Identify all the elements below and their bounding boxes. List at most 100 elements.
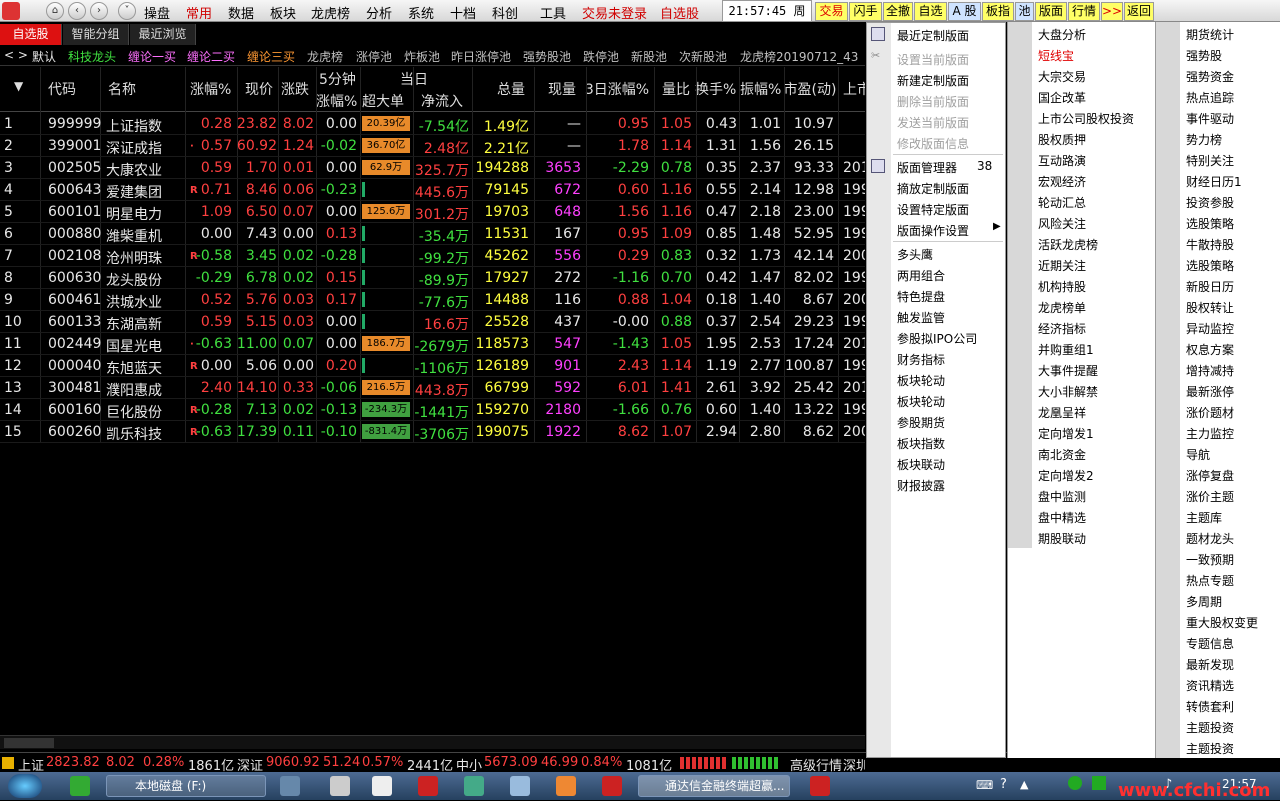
pool-default[interactable]: 默认 (32, 48, 56, 65)
horizontal-scrollbar[interactable] (0, 735, 865, 749)
taskbar-app-icon[interactable] (280, 776, 300, 796)
menu-item[interactable]: 选股策略 (1186, 257, 1234, 274)
pool-scroll-arrows-icon[interactable]: < > (4, 48, 28, 62)
menu-item[interactable]: 财务指标 (897, 351, 945, 368)
col-code[interactable]: 代码 (48, 79, 76, 99)
menu-layout-settings[interactable]: 版面操作设置 (897, 222, 969, 239)
menu-item[interactable]: 国企改革 (1038, 89, 1086, 106)
menu-layout-manager[interactable]: 版面管理器 (897, 159, 957, 176)
sort-down-icon[interactable]: ▼ (14, 79, 23, 93)
quick-btn-chi[interactable]: 池 (1015, 2, 1034, 21)
menu-item[interactable]: 牛散持股 (1186, 236, 1234, 253)
menu-item[interactable]: 近期关注 (1038, 257, 1086, 274)
quick-btn-quanche[interactable]: 全撤 (883, 2, 913, 21)
taskbar-app-icon[interactable] (464, 776, 484, 796)
menu-item[interactable]: 主题投资 (1186, 719, 1234, 736)
pool-chanlun-2[interactable]: 缠论二买 (187, 48, 235, 65)
col-3day-pct[interactable]: 3日涨幅% (582, 79, 652, 99)
pool-chanlun-1[interactable]: 缠论一买 (128, 48, 176, 65)
menu-item[interactable]: 主题库 (1186, 509, 1222, 526)
pool-chanlun-3[interactable]: 缠论三买 (247, 48, 295, 65)
menu-fenxi[interactable]: 分析 (366, 3, 392, 22)
tray-keyboard-icon[interactable]: ⌨ (976, 778, 993, 792)
quick-btn-jiaoyi[interactable]: 交易 (815, 2, 848, 21)
menu-kechuang[interactable]: 科创 (492, 3, 518, 22)
menu-item[interactable]: 定向增发2 (1038, 467, 1094, 484)
menu-item[interactable]: 经济指标 (1038, 320, 1086, 337)
quick-btn-more[interactable]: >> (1101, 2, 1123, 21)
menu-item[interactable]: 多周期 (1186, 593, 1222, 610)
col-chg[interactable]: 涨跌 (281, 79, 309, 99)
menu-item[interactable]: 参股期货 (897, 414, 945, 431)
table-row[interactable]: 14 600160 巨化股份 -0.28 7.13 0.02 -0.13 -1441万 1592… (0, 399, 865, 421)
menu-item[interactable]: 事件驱动 (1186, 110, 1234, 127)
taskbar-tdx-window[interactable]: 通达信金融终端超赢... (638, 775, 790, 797)
quick-btn-hangqing[interactable]: 行情 (1068, 2, 1100, 21)
table-row[interactable]: 12 000040 东旭蓝天 0.00 5.06 0.00 0.20 -1106万 126189… (0, 355, 865, 377)
quick-btn-shanshou[interactable]: 闪手 (849, 2, 882, 21)
menu-recent-layout[interactable]: 最近定制版面 (897, 27, 969, 44)
menu-item[interactable]: 选股策略 (1186, 215, 1234, 232)
pool-qiangshi[interactable]: 强势股池 (523, 48, 571, 65)
col-net-inflow[interactable]: 净流入 (421, 91, 463, 111)
pool-zhangting[interactable]: 涨停池 (356, 48, 392, 65)
col-name[interactable]: 名称 (108, 79, 136, 99)
menu-item[interactable]: 增持减持 (1186, 362, 1234, 379)
table-row[interactable]: 6 000880 潍柴重机 0.00 7.43 0.00 0.13 -35.4万 11531 16… (0, 223, 865, 245)
menu-item[interactable]: 板块指数 (897, 435, 945, 452)
menu-item[interactable]: 盘中监测 (1038, 488, 1086, 505)
menu-item[interactable]: 触发监管 (897, 309, 945, 326)
col-vol-ratio[interactable]: 量比 (662, 79, 690, 99)
pool-xingu[interactable]: 新股池 (631, 48, 667, 65)
col-5min-pct[interactable]: 涨幅% (316, 91, 357, 111)
tab-smart-group[interactable]: 智能分组 (63, 24, 129, 45)
quick-btn-agu[interactable]: A 股 (948, 2, 981, 21)
menu-item[interactable]: 特别关注 (1186, 152, 1234, 169)
taskbar-app-icon[interactable] (372, 776, 392, 796)
forward-icon[interactable]: › (90, 2, 108, 20)
col-volume[interactable]: 总量 (497, 79, 525, 99)
col-price[interactable]: 现价 (245, 79, 273, 99)
menu-shidang[interactable]: 十档 (450, 3, 476, 22)
menu-item[interactable]: 大宗交易 (1038, 68, 1086, 85)
taskbar-app-icon[interactable] (602, 776, 622, 796)
table-row[interactable]: 10 600133 东湖高新 0.59 5.15 0.03 0.00 16.6万 25528 43… (0, 311, 865, 333)
menu-item[interactable]: 主题投资 (1186, 740, 1234, 757)
tray-expand-icon[interactable]: ▲ (1020, 778, 1028, 791)
menu-item[interactable]: 涨价题材 (1186, 404, 1234, 421)
col-pe[interactable]: 市盈(动) (782, 79, 838, 99)
col-listing[interactable]: 上市 (843, 79, 865, 99)
menu-item[interactable]: 大事件提醒 (1038, 362, 1098, 379)
menu-set-specific[interactable]: 设置特定版面 (897, 201, 969, 218)
menu-item[interactable]: 板块轮动 (897, 372, 945, 389)
menu-item[interactable]: 大盘分析 (1038, 26, 1086, 43)
menu-item[interactable]: 板块联动 (897, 456, 945, 473)
menu-item[interactable]: 多头鹰 (897, 246, 933, 263)
menu-caopan[interactable]: 操盘 (144, 3, 170, 22)
table-row[interactable]: 5 600101 明星电力 1.09 6.50 0.07 0.00 301.2万 19703 64… (0, 201, 865, 223)
taskbar-app-icon[interactable] (556, 776, 576, 796)
menu-item[interactable]: 异动监控 (1186, 320, 1234, 337)
scrollbar-thumb[interactable] (4, 738, 54, 748)
quick-btn-banzhi[interactable]: 板指 (982, 2, 1014, 21)
taskbar-app-icon[interactable] (330, 776, 350, 796)
menu-item[interactable]: 板块轮动 (897, 393, 945, 410)
taskbar-app-icon[interactable] (510, 776, 530, 796)
pool-tech-leader[interactable]: 科技龙头 (68, 48, 116, 65)
menu-item[interactable]: 新股日历 (1186, 278, 1234, 295)
quick-btn-zixuan[interactable]: 自选 (914, 2, 947, 21)
table-row[interactable]: 7 002108 沧州明珠 -0.58 3.45 0.02 -0.28 -99.2万 45262… (0, 245, 865, 267)
menu-bankuai[interactable]: 板块 (270, 3, 296, 22)
pool-longhubang[interactable]: 龙虎榜 (307, 48, 343, 65)
pool-cixingu[interactable]: 次新股池 (679, 48, 727, 65)
table-row[interactable]: 11 002449 国星光电 -0.63 11.00 0.07 0.00 -2679万 1185… (0, 333, 865, 355)
table-row[interactable]: 4 600643 爱建集团 0.71 8.46 0.06 -0.23 445.6万 79145 6… (0, 179, 865, 201)
col-turnover[interactable]: 换手% (695, 79, 736, 99)
quick-btn-banmian[interactable]: 版面 (1035, 2, 1067, 21)
menu-item[interactable]: 财报披露 (897, 477, 945, 494)
col-cur-volume[interactable]: 现量 (548, 79, 576, 99)
menu-item[interactable]: 重大股权变更 (1186, 614, 1258, 631)
table-row[interactable]: 8 600630 龙头股份 -0.29 6.78 0.02 0.15 -89.9万 17927 2… (0, 267, 865, 289)
home-icon[interactable]: ⌂ (46, 2, 64, 20)
menu-item[interactable]: 定向增发1 (1038, 425, 1094, 442)
